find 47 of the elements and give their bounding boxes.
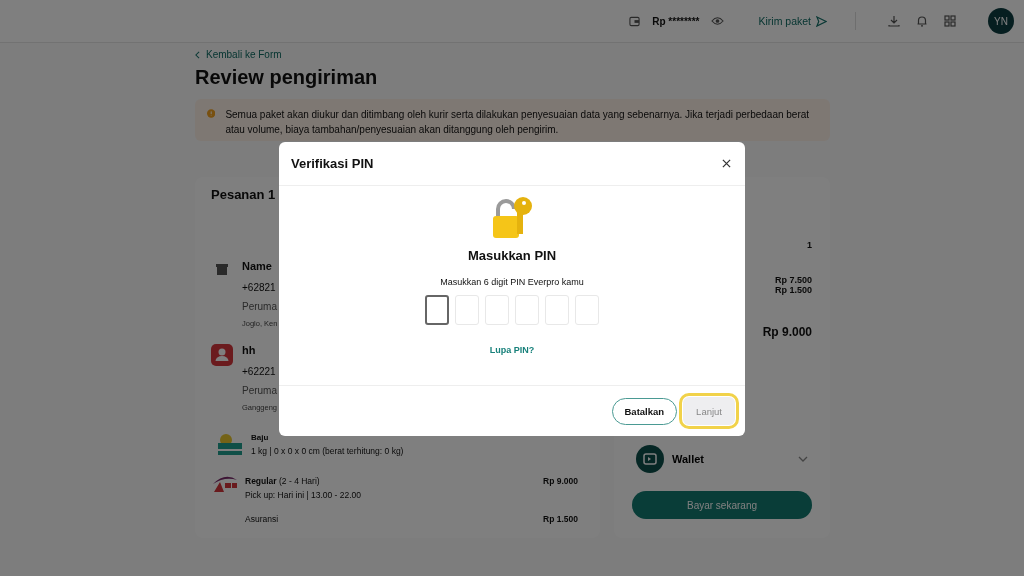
receiver-address: Peruma xyxy=(242,385,277,396)
courier-service: Regular (2 - 4 Hari) xyxy=(245,476,320,486)
receiver-phone: +62221 xyxy=(242,366,276,377)
user-avatar[interactable]: YN xyxy=(988,8,1014,34)
insurance-price: Rp 1.500 xyxy=(543,514,578,524)
send-icon xyxy=(816,15,827,27)
back-link[interactable]: Kembali ke Form xyxy=(206,49,282,60)
page-title: Review pengiriman xyxy=(195,66,379,89)
summary-value: Rp 1.500 xyxy=(774,285,812,295)
warning-icon xyxy=(207,107,216,120)
eye-icon[interactable] xyxy=(711,16,725,26)
summary-value: Rp 7.500 xyxy=(774,275,812,285)
insurance-label: Asuransi xyxy=(245,514,279,524)
chevron-down-icon xyxy=(798,456,808,462)
product-picture xyxy=(217,432,243,456)
pickup-time: Pick up: Hari ini | 13.00 - 22.00 xyxy=(245,490,363,500)
forgot-pin-link[interactable]: Lupa PIN? xyxy=(489,345,535,355)
download-icon[interactable] xyxy=(888,15,900,27)
wallet-icon xyxy=(636,445,664,473)
notice-text: Semua paket akan diukur dan ditimbang oleh kurir serta dilakukan penyesuaian data yang sebenarnya. Jika terjadi perbedaan berat atau volume, biaya tambahan/penyesuaian akan ditanggung oleh pengirim. xyxy=(225,108,811,137)
pay-now-button[interactable]: Bayar sekarang xyxy=(632,491,812,519)
grid-icon[interactable] xyxy=(944,15,956,27)
pin-digit-field[interactable] xyxy=(425,295,449,325)
shipping-price: Rp 9.000 xyxy=(543,476,578,486)
cancel-button[interactable]: Batalkan xyxy=(611,397,678,425)
payment-method-select[interactable]: Wallet xyxy=(632,445,812,473)
total-price: Rp 9.000 xyxy=(762,325,812,339)
item-detail: 1 kg | 0 x 0 x 0 cm (berat terhitung: 0 kg) xyxy=(251,445,404,456)
dialog-heading: Masukkan PIN xyxy=(467,248,557,263)
order-title: Pesanan 1 xyxy=(211,187,276,202)
bell-icon[interactable] xyxy=(916,15,928,27)
sender-address: Peruma xyxy=(242,301,277,312)
summary-value: 1 xyxy=(807,240,812,250)
dialog-title: Verifikasi PIN xyxy=(291,156,374,171)
send-package-button[interactable]: Kirim paket xyxy=(758,15,827,27)
item-name: Baju xyxy=(251,432,269,442)
person-icon xyxy=(211,344,233,366)
close-icon xyxy=(722,159,731,168)
balance-text: Rp ******** xyxy=(652,15,700,27)
wallet-icon xyxy=(629,15,641,27)
pin-instruction: Masukkan 6 digit PIN Everpro kamu xyxy=(440,277,584,287)
receiver-name: hh xyxy=(242,344,256,356)
chevron-left-icon xyxy=(195,50,200,59)
sender-name: Name xyxy=(242,260,272,272)
padlock-key-icon xyxy=(490,196,534,240)
sender-phone: +62821 xyxy=(242,282,276,293)
close-button[interactable] xyxy=(720,157,733,170)
